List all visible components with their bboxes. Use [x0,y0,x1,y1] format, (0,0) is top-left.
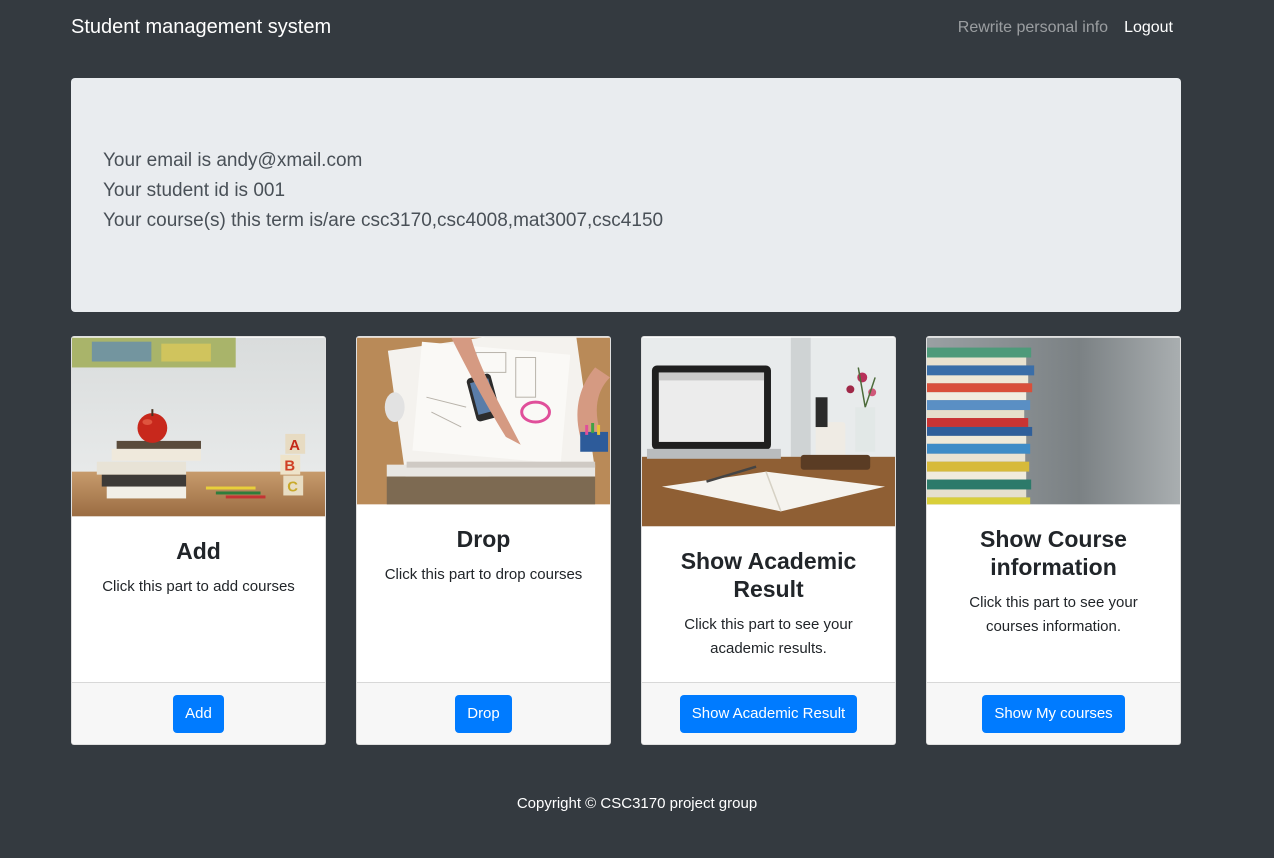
course-info-card: Show Course information Click this part … [926,336,1181,745]
student-id-line: Your student id is 001 [103,180,286,201]
svg-text:C: C [287,479,298,495]
add-card-footer: Add [72,682,325,744]
academic-result-card-body: Show Academic Result Click this part to … [642,527,895,682]
drop-card: Drop Click this part to drop courses Dro… [356,336,611,745]
add-card: A B C Add Click this part to add courses… [71,336,326,745]
logout-link[interactable]: Logout [1124,19,1173,37]
navbar: Student management system Rewrite person… [71,0,1181,55]
nav-links: Rewrite personal info Logout [958,19,1181,37]
course-info-card-footer: Show My courses [927,682,1180,744]
drop-card-footer: Drop [357,682,610,744]
student-info-panel: Your email is andy@xmail.com Your studen… [71,78,1181,312]
show-academic-result-button[interactable]: Show Academic Result [679,694,858,733]
add-button[interactable]: Add [173,694,224,733]
course-info-card-title: Show Course information [980,526,1127,580]
laptop-notebook-image [642,337,895,527]
svg-text:B: B [284,459,295,475]
drop-button[interactable]: Drop [455,694,512,733]
academic-result-card-title: Show Academic Result [680,548,857,602]
brand-title[interactable]: Student management system [71,16,331,39]
course-info-card-body: Show Course information Click this part … [927,505,1180,682]
courses-line: Your course(s) this term is/are csc3170,… [103,210,664,231]
add-card-title: Add [176,538,221,564]
email-line: Your email is andy@xmail.com [103,150,363,171]
apple-books-image: A B C [72,337,325,517]
course-info-card-text: Click this part to see your courses info… [969,594,1138,635]
add-card-body: Add Click this part to add courses [72,517,325,682]
rewrite-info-link[interactable]: Rewrite personal info [958,19,1108,37]
academic-result-card-text: Click this part to see your academic res… [684,616,853,657]
academic-result-card-footer: Show Academic Result [642,682,895,744]
drop-card-text: Click this part to drop courses [384,566,583,583]
show-my-courses-button[interactable]: Show My courses [982,694,1125,733]
desk-drawing-image [357,337,610,505]
book-stack-image [927,337,1180,505]
add-card-text: Click this part to add courses [102,578,295,595]
footer-copyright: Copyright © CSC3170 project group [516,795,758,812]
academic-result-card: Show Academic Result Click this part to … [641,336,896,745]
drop-card-body: Drop Click this part to drop courses [357,505,610,682]
svg-text:A: A [289,438,300,454]
drop-card-title: Drop [456,526,511,552]
